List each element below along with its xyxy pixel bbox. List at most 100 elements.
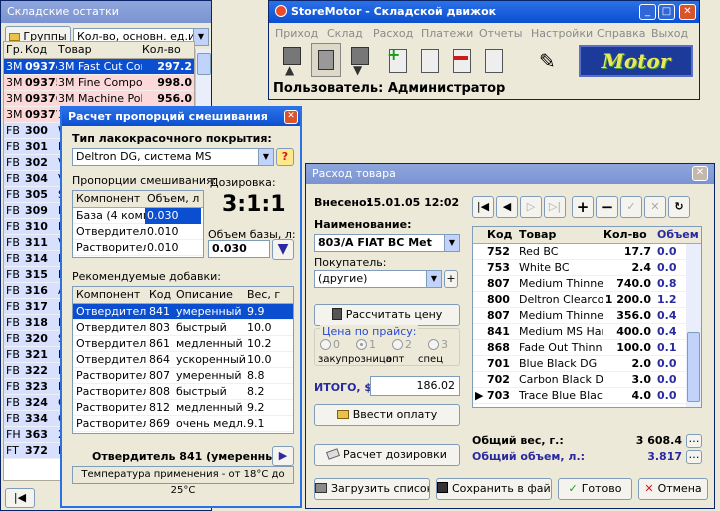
toolbar-stock-button[interactable] [311, 43, 341, 77]
eraser-icon [326, 448, 341, 460]
nav-next-button[interactable]: ▷ [520, 196, 542, 218]
calc-dosage-button[interactable]: Расчет дозировки [314, 444, 460, 466]
table-row[interactable]: 752 Red BC 17.7 0.0 [473, 244, 701, 260]
row-code: 868 [487, 341, 510, 354]
nav-first-button[interactable]: |◀ [472, 196, 494, 218]
base-volume-input[interactable]: 0.030 [208, 240, 270, 258]
proportion-component: Растворитель [76, 241, 146, 254]
additive-row[interactable]: Растворитель869 очень медл.9.1 [73, 416, 293, 432]
weight-details-button[interactable]: … [686, 434, 702, 448]
toolbar-out-button[interactable]: ▼ [347, 45, 373, 77]
additive-row[interactable]: Отвердитель 861 медленный 10.2 [73, 336, 293, 352]
expense-items-table: Код Товар Кол-во Объем 752 Red BC 17.7 0.0 7… [472, 226, 702, 408]
nav-prev-button[interactable]: ◀ [496, 196, 518, 218]
row-item: Blue Black DG [519, 357, 598, 370]
cross-icon: ✕ [650, 200, 660, 213]
toolbar-delete-button[interactable] [451, 47, 475, 75]
price-radio-number: 1 [369, 338, 376, 351]
additive-row[interactable]: Отвердитель 841 умеренный 9.9 [73, 304, 293, 320]
proportion-row[interactable]: База (4 комп.)0.030 [73, 208, 203, 224]
price-radio-0[interactable]: 0 [320, 338, 350, 352]
row-qty: 4.0 [631, 389, 652, 402]
additive-description: медленный [176, 337, 243, 350]
done-button[interactable]: ✓ Готово [558, 478, 632, 500]
toolbar-edit-button[interactable] [419, 47, 443, 75]
scroll-thumb[interactable] [687, 332, 700, 402]
table-row[interactable]: 753 White BC 2.4 0.0 [473, 260, 701, 276]
row-group: FB [6, 332, 20, 345]
col-header-code[interactable]: Код [25, 42, 47, 58]
toolbar-in-button[interactable]: ▲ [279, 45, 305, 77]
table-row[interactable]: 701 Blue Black DG 2.0 0.0 [473, 356, 701, 372]
menu-item[interactable]: Склад [327, 27, 363, 40]
total-value: 186.02 [416, 379, 456, 392]
volume-details-button[interactable]: … [686, 450, 702, 464]
menu-item[interactable]: Отчеты [479, 27, 522, 40]
additive-row[interactable]: Растворитель808 быстрый 8.2 [73, 384, 293, 400]
scroll-thumb[interactable] [197, 53, 211, 75]
additive-row[interactable]: Отвердитель 864 ускоренный 10.0 [73, 352, 293, 368]
radio-circle-icon [320, 339, 331, 350]
apply-volume-button[interactable]: ▼ [272, 239, 294, 260]
minimize-button[interactable]: _ [639, 4, 656, 20]
expense-close-button[interactable]: ✕ [692, 166, 708, 181]
nav-cancel-button[interactable]: ✕ [644, 196, 666, 218]
additive-row[interactable]: Растворитель812 медленный 9.2 [73, 400, 293, 416]
open-icon [315, 483, 327, 493]
table-row[interactable]: 807 Medium Thinner 740.0 0.8 [473, 276, 701, 292]
nav-delete-button[interactable]: − [596, 196, 618, 218]
nav-edit-button[interactable]: ✓ [620, 196, 642, 218]
menu-item[interactable]: Выход [651, 27, 688, 40]
col-header-group[interactable]: Гр. [6, 42, 23, 58]
table-row[interactable]: ▶703 Trace Blue Black D 4.0 0.0 [473, 388, 701, 404]
buyer-select[interactable]: (другие) ▼ [314, 270, 442, 288]
table-row[interactable]: 3M093763M Machine Polish 956.0 [4, 91, 194, 107]
calc-price-button[interactable]: Рассчитать цену [314, 304, 460, 326]
additives-table: Компонент Код Описание Вес, г Отвердител… [72, 286, 294, 434]
table-row[interactable]: 868 Fade Out Thinner 100.0 0.1 [473, 340, 701, 356]
close-button[interactable]: ✕ [679, 4, 696, 20]
table-row[interactable]: 3M093753M Fine Compound 998.0 [4, 75, 194, 91]
menu-item[interactable]: Расход [373, 27, 413, 40]
proportion-row[interactable]: Отвердитель 0.010 [73, 224, 203, 240]
menu-item[interactable]: Справка [597, 27, 645, 40]
menu-item[interactable]: Платежи [421, 27, 473, 40]
load-list-button[interactable]: Загрузить список [314, 478, 430, 500]
nav-last-button[interactable]: ▷| [544, 196, 566, 218]
add-buyer-button[interactable]: + [444, 270, 458, 288]
select-additive-button[interactable]: ▶ [272, 446, 294, 466]
col-header-qty[interactable]: Кол-во [142, 42, 181, 58]
table-row[interactable]: 841 Medium MS Harder 400.0 0.4 [473, 324, 701, 340]
table-row[interactable]: 702 Carbon Black DG 3.0 0.0 [473, 372, 701, 388]
nav-refresh-button[interactable]: ↻ [668, 196, 690, 218]
enter-payment-button[interactable]: Ввести оплату [314, 404, 460, 426]
table-row[interactable]: 800 Deltron Clearcoat1 200.0 1.2 [473, 292, 701, 308]
row-qty: 100.0 [616, 341, 651, 354]
menu-item[interactable]: Приход [275, 27, 318, 40]
row-code: 841 [487, 325, 510, 338]
nav-insert-button[interactable]: + [572, 196, 594, 218]
proportion-row[interactable]: Растворитель0.010 [73, 240, 203, 256]
menu-item[interactable]: Настройки [531, 27, 593, 40]
cancel-button[interactable]: ✕ Отмена [638, 478, 708, 500]
name-select[interactable]: 803/A FIAT BC Met ▼ [314, 234, 460, 252]
expense-scrollbar[interactable] [686, 244, 701, 407]
mixing-close-button[interactable]: ✕ [284, 110, 298, 124]
additive-row[interactable]: Растворитель807 умеренный 8.8 [73, 368, 293, 384]
toolbar-sign-button[interactable]: ✎ [535, 47, 563, 75]
toolbar-add-button[interactable]: + [387, 45, 411, 75]
col-header-item[interactable]: Товар [58, 42, 92, 58]
price-radio-1[interactable]: 1 [356, 338, 386, 352]
toolbar-list-button[interactable] [483, 47, 507, 75]
table-row[interactable]: 3M093743M Fast Cut Compo 297.2 [4, 59, 194, 75]
table-row[interactable]: 807 Medium Thinner 356.0 0.4 [473, 308, 701, 324]
save-file-button[interactable]: Сохранить в файл [436, 478, 552, 500]
price-radio-3[interactable]: 3 [428, 338, 458, 352]
coating-type-select[interactable]: Deltron DG, система MS ▼ [72, 148, 274, 166]
first-record-button[interactable]: |◀ [5, 488, 35, 508]
price-radio-2[interactable]: 2 [392, 338, 422, 352]
additive-row[interactable]: Отвердитель 803 быстрый 10.0 [73, 320, 293, 336]
maximize-button[interactable]: □ [658, 4, 675, 20]
help-button[interactable]: ? [276, 148, 294, 166]
additive-component: Отвердитель [76, 353, 146, 366]
